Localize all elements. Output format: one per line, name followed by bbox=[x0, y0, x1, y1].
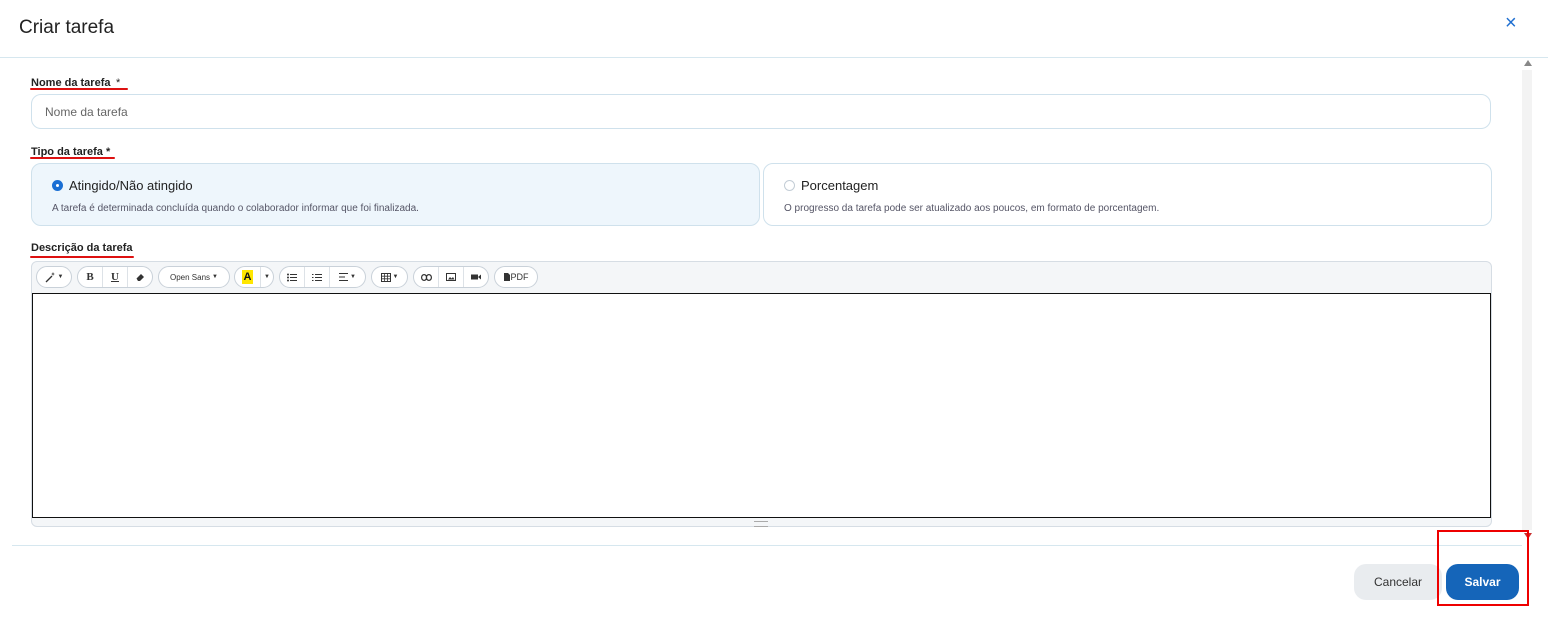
annotation-highlight-box bbox=[1437, 530, 1529, 606]
dialog-header: Criar tarefa × bbox=[0, 0, 1548, 58]
type-option-percentage[interactable]: Porcentagem O progresso da tarefa pode s… bbox=[763, 163, 1492, 226]
eraser-icon[interactable] bbox=[128, 267, 152, 287]
video-icon[interactable] bbox=[464, 267, 488, 287]
bold-button[interactable]: B bbox=[78, 267, 103, 287]
table-group: ▼ bbox=[371, 266, 408, 288]
pdf-group: PDF bbox=[494, 266, 538, 288]
insert-group bbox=[413, 266, 489, 288]
font-family-group: Open Sans ▼ bbox=[158, 266, 230, 288]
format-group: B U bbox=[77, 266, 153, 288]
close-icon[interactable]: × bbox=[1505, 12, 1517, 35]
style-group: ▼ bbox=[36, 266, 72, 288]
text-color-button[interactable]: A bbox=[235, 267, 261, 287]
radio-selected-icon[interactable] bbox=[52, 180, 63, 191]
underline-button[interactable]: U bbox=[103, 267, 128, 287]
description-label: Descrição da tarefa bbox=[31, 242, 133, 254]
magic-wand-icon[interactable]: ▼ bbox=[37, 267, 71, 287]
font-family-dropdown[interactable]: Open Sans ▼ bbox=[159, 267, 229, 287]
link-icon[interactable] bbox=[414, 267, 439, 287]
scroll-up-arrow[interactable] bbox=[1524, 60, 1532, 66]
radio-unselected-icon[interactable] bbox=[784, 180, 795, 191]
type-option-description: A tarefa é determinada concluída quando … bbox=[52, 203, 419, 214]
annotation-underline bbox=[30, 88, 128, 90]
align-icon[interactable]: ▼ bbox=[330, 267, 365, 287]
font-family-value: Open Sans bbox=[170, 272, 211, 282]
highlight-letter: A bbox=[241, 270, 254, 284]
color-group: A ▼ bbox=[234, 266, 274, 288]
paragraph-group: ▼ bbox=[279, 266, 366, 288]
type-option-achieved[interactable]: Atingido/Não atingido A tarefa é determi… bbox=[31, 163, 760, 226]
annotation-underline bbox=[30, 157, 115, 159]
type-option-title: Porcentagem bbox=[801, 178, 879, 193]
color-dropdown[interactable]: ▼ bbox=[261, 267, 273, 287]
type-option-title: Atingido/Não atingido bbox=[69, 178, 193, 193]
image-icon[interactable] bbox=[439, 267, 464, 287]
unordered-list-icon[interactable] bbox=[280, 267, 305, 287]
footer-divider bbox=[12, 545, 1522, 546]
ordered-list-icon[interactable] bbox=[305, 267, 330, 287]
type-option-description: O progresso da tarefa pode ser atualizad… bbox=[784, 203, 1160, 214]
scrollbar[interactable] bbox=[1522, 70, 1532, 530]
table-icon[interactable]: ▼ bbox=[372, 267, 407, 287]
cancel-button[interactable]: Cancelar bbox=[1354, 564, 1442, 600]
pdf-label: PDF bbox=[510, 272, 529, 282]
editor-resize-handle[interactable] bbox=[754, 521, 768, 527]
description-text-area[interactable] bbox=[32, 293, 1491, 518]
task-name-input[interactable] bbox=[31, 94, 1491, 129]
pdf-button[interactable]: PDF bbox=[495, 267, 537, 287]
rich-text-editor: ▼ B U Open Sans ▼ A ▼ ▼ ▼ PDF bbox=[31, 261, 1492, 527]
annotation-underline bbox=[30, 256, 134, 258]
dialog-title: Criar tarefa bbox=[19, 17, 115, 38]
